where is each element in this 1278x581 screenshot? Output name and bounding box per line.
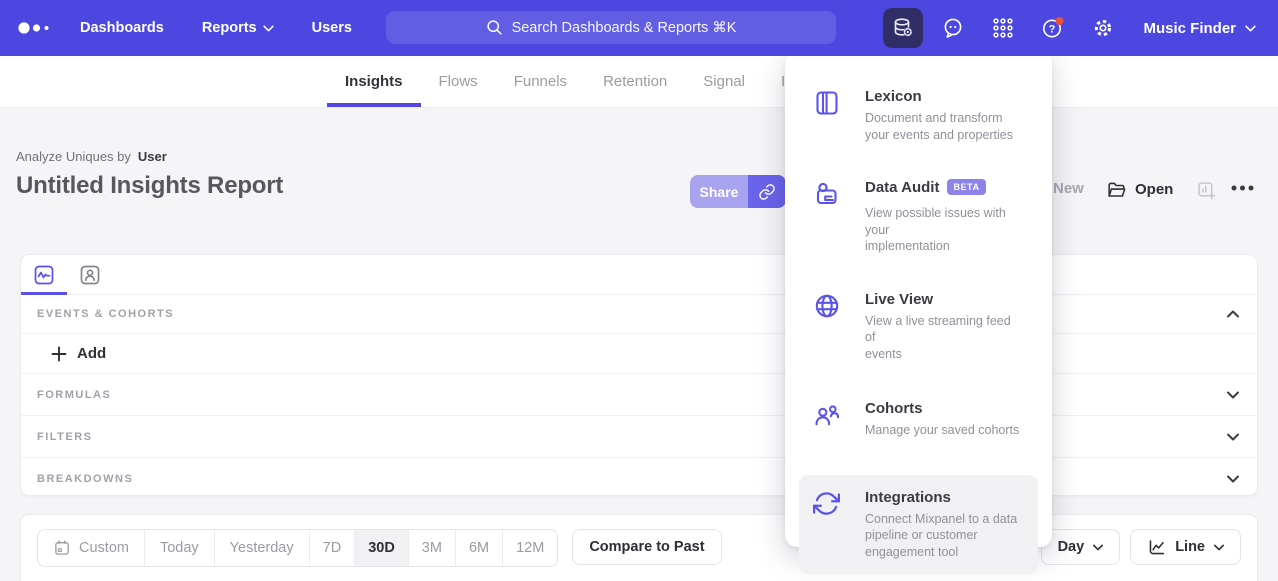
beta-badge: BETA	[947, 179, 985, 195]
query-builder-card: EVENTS & COHORTS Add FORMULAS FILTERS BR…	[20, 254, 1258, 496]
add-chart-icon	[1196, 180, 1217, 201]
range-yesterday[interactable]: Yesterday	[214, 530, 309, 566]
user-profile-icon	[79, 264, 101, 286]
share-group: Share	[690, 175, 786, 208]
menu-item-live-view[interactable]: Live View View a live streaming feed of …	[799, 279, 1038, 375]
kebab-menu-icon	[1230, 184, 1255, 192]
range-custom[interactable]: Custom	[38, 530, 144, 566]
nav-reports[interactable]: Reports	[202, 20, 274, 36]
chevron-down-icon[interactable]	[1226, 432, 1240, 441]
search-icon	[486, 19, 503, 36]
nav-dashboards[interactable]: Dashboards	[80, 20, 164, 36]
more-options-button[interactable]	[1230, 184, 1255, 192]
tab-insights[interactable]: Insights	[327, 56, 421, 107]
formulas-section[interactable]: FORMULAS	[21, 373, 1257, 416]
chevron-down-icon	[1245, 25, 1256, 32]
chevron-down-icon	[1093, 544, 1103, 551]
project-name: Music Finder	[1143, 20, 1236, 37]
range-30d[interactable]: 30D	[354, 530, 408, 566]
menu-item-cohorts[interactable]: Cohorts Manage your saved cohorts	[799, 388, 1038, 451]
chart-type-selector[interactable]: Line	[1130, 529, 1241, 565]
lexicon-icon	[813, 89, 841, 117]
date-range-bar: Custom Today Yesterday 7D 30D 3M 6M 12M …	[20, 514, 1258, 581]
chevron-down-icon	[263, 25, 274, 32]
report-tabbar: Insights Flows Funnels Retention Signal …	[0, 56, 1278, 108]
nav-users[interactable]: Users	[312, 20, 352, 36]
integrations-sync-icon	[813, 490, 841, 517]
page-title[interactable]: Untitled Insights Report	[16, 172, 283, 200]
menu-item-lexicon[interactable]: Lexicon Document and transform your even…	[799, 76, 1038, 155]
data-management-button[interactable]	[883, 8, 923, 48]
link-icon	[758, 183, 776, 201]
data-management-dropdown: Lexicon Document and transform your even…	[785, 52, 1052, 547]
share-button[interactable]: Share	[690, 175, 748, 208]
gear-icon	[1091, 16, 1115, 40]
builder-tab-strip	[21, 255, 1257, 295]
menu-item-data-audit[interactable]: Data Audit BETA View possible issues wit…	[799, 167, 1038, 267]
search-placeholder: Search Dashboards & Reports ⌘K	[512, 20, 737, 36]
range-3m[interactable]: 3M	[408, 530, 455, 566]
mixpanel-app: Dashboards Reports Users Search Dashboar…	[0, 0, 1278, 581]
apps-grid-button[interactable]	[983, 8, 1023, 48]
chevron-down-icon[interactable]	[1226, 474, 1240, 483]
notification-dot	[1056, 17, 1064, 25]
filters-section[interactable]: FILTERS	[21, 416, 1257, 458]
plus-icon	[51, 346, 67, 362]
events-view-tab[interactable]	[21, 255, 67, 294]
copy-link-button[interactable]	[748, 175, 786, 208]
tab-signal[interactable]: Signal	[685, 56, 763, 107]
project-selector[interactable]: Music Finder	[1143, 20, 1256, 37]
search-input[interactable]: Search Dashboards & Reports ⌘K	[386, 11, 836, 44]
menu-item-integrations[interactable]: Integrations Connect Mixpanel to a data …	[799, 475, 1038, 575]
date-range-segmented-control: Custom Today Yesterday 7D 30D 3M 6M 12M	[37, 529, 558, 567]
chevron-down-icon[interactable]	[1226, 390, 1240, 399]
top-nav: Dashboards Reports Users Search Dashboar…	[0, 0, 1278, 56]
calendar-icon	[53, 539, 71, 557]
mixpanel-logo-icon	[18, 21, 52, 35]
chat-bubble-icon	[941, 16, 965, 40]
help-icon: ?	[1040, 15, 1066, 41]
nav-toolbar: ? Music Finder	[883, 0, 1278, 56]
tab-flows[interactable]: Flows	[421, 56, 496, 107]
breadcrumb-entity[interactable]: User	[138, 149, 167, 164]
tab-funnels[interactable]: Funnels	[496, 56, 585, 107]
range-today[interactable]: Today	[144, 530, 214, 566]
chevron-up-icon[interactable]	[1226, 310, 1240, 319]
nav-links: Dashboards Reports Users	[80, 20, 352, 36]
help-button[interactable]: ?	[1033, 8, 1073, 48]
tab-retention[interactable]: Retention	[585, 56, 685, 107]
range-12m[interactable]: 12M	[502, 530, 557, 566]
feedback-button[interactable]	[933, 8, 973, 48]
folder-open-icon	[1106, 180, 1127, 199]
mixpanel-logo[interactable]	[18, 21, 60, 35]
settings-button[interactable]	[1083, 8, 1123, 48]
chevron-down-icon	[1214, 544, 1224, 551]
add-event-button[interactable]: Add	[21, 334, 1257, 373]
breadcrumb: Analyze Uniques by User	[16, 149, 167, 164]
line-chart-icon	[1147, 538, 1166, 557]
granularity-selector[interactable]: Day	[1041, 529, 1121, 565]
cohorts-icon	[813, 401, 841, 429]
insights-chart-icon	[33, 264, 55, 286]
breakdowns-section[interactable]: BREAKDOWNS	[21, 458, 1257, 499]
range-7d[interactable]: 7D	[309, 530, 355, 566]
svg-text:?: ?	[1049, 24, 1056, 36]
apps-grid-icon	[991, 16, 1015, 40]
live-view-globe-icon	[813, 292, 841, 320]
compare-to-past-button[interactable]: Compare to Past	[572, 529, 721, 565]
users-view-tab[interactable]	[67, 255, 113, 294]
events-cohorts-section[interactable]: EVENTS & COHORTS	[21, 295, 1257, 334]
add-to-dashboard-button[interactable]	[1196, 180, 1217, 201]
active-tab-underline	[327, 103, 421, 107]
data-audit-icon	[813, 180, 841, 208]
range-6m[interactable]: 6M	[455, 530, 502, 566]
database-gear-icon	[891, 16, 915, 40]
open-report-button[interactable]: Open	[1106, 180, 1173, 199]
